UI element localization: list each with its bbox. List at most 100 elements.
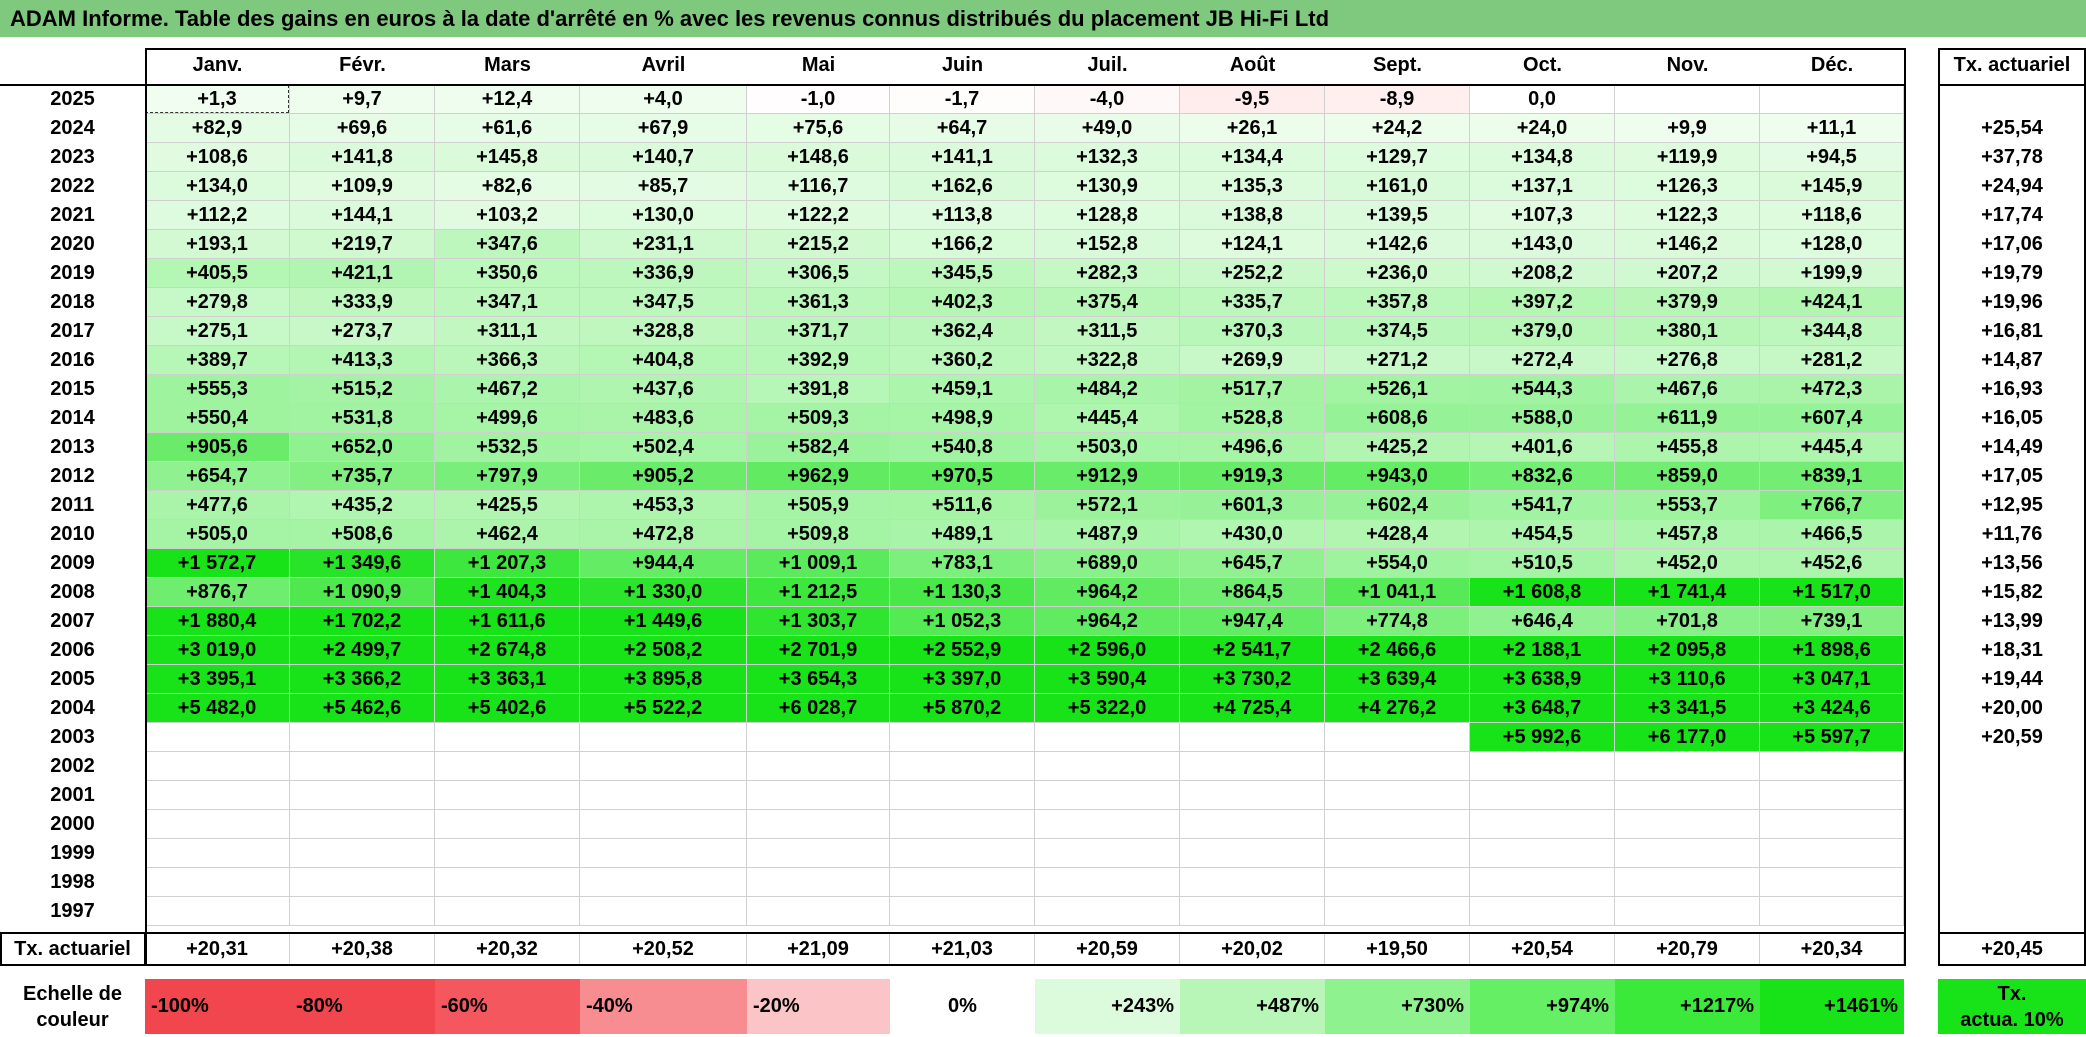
table-cell: +452,6 bbox=[1760, 549, 1904, 578]
year-label: 1997 bbox=[50, 900, 95, 922]
table-cell: +425,5 bbox=[435, 491, 580, 520]
table-cell: -9,5 bbox=[1180, 85, 1325, 114]
tx-actuariel-cell bbox=[1938, 810, 2086, 839]
table-cell bbox=[580, 723, 747, 752]
table-cell: +252,2 bbox=[1180, 259, 1325, 288]
table-cell: -4,0 bbox=[1035, 85, 1180, 114]
table-cell: +82,9 bbox=[145, 114, 290, 143]
table-cell: +142,6 bbox=[1325, 230, 1470, 259]
tx-actuariel-cell bbox=[1938, 85, 2086, 114]
table-cell: +85,7 bbox=[580, 172, 747, 201]
table-cell: +135,3 bbox=[1180, 172, 1325, 201]
table-cell bbox=[1180, 839, 1325, 868]
tx-actuariel-cell bbox=[1938, 839, 2086, 868]
table-cell: +435,2 bbox=[290, 491, 435, 520]
table-cell bbox=[1325, 781, 1470, 810]
table-cell: +964,2 bbox=[1035, 607, 1180, 636]
table-cell: +360,2 bbox=[890, 346, 1035, 375]
table-cell bbox=[1760, 810, 1904, 839]
tx-actuariel-cell: +18,31 bbox=[1981, 639, 2043, 661]
color-scale-swatch: 0% bbox=[890, 979, 1035, 1034]
table-cell: +477,6 bbox=[145, 491, 290, 520]
month-header: Nov. bbox=[1666, 54, 1709, 76]
table-cell: +272,4 bbox=[1470, 346, 1615, 375]
tx-row-label: Tx. actuariel bbox=[14, 938, 131, 960]
table-cell: +107,3 bbox=[1470, 201, 1615, 230]
table-cell: +140,7 bbox=[580, 143, 747, 172]
table-cell: +362,4 bbox=[890, 317, 1035, 346]
table-cell bbox=[747, 839, 890, 868]
table-cell: +402,3 bbox=[890, 288, 1035, 317]
table-cell: +1 212,5 bbox=[747, 578, 890, 607]
table-cell: +964,2 bbox=[1035, 578, 1180, 607]
table-cell: +1 611,6 bbox=[435, 607, 580, 636]
table-cell bbox=[890, 839, 1035, 868]
year-label: 1999 bbox=[50, 842, 95, 864]
table-cell: +3 638,9 bbox=[1470, 665, 1615, 694]
table-cell: +413,3 bbox=[290, 346, 435, 375]
table-cell: +1 741,4 bbox=[1615, 578, 1760, 607]
report-title: ADAM Informe. Table des gains en euros à… bbox=[0, 0, 2086, 37]
table-cell: +1 130,3 bbox=[890, 578, 1035, 607]
table-cell: +405,5 bbox=[145, 259, 290, 288]
tx-actuariel-cell: +17,05 bbox=[1981, 465, 2043, 487]
table-cell bbox=[435, 723, 580, 752]
table-cell: +1 349,6 bbox=[290, 549, 435, 578]
table-cell: +141,8 bbox=[290, 143, 435, 172]
table-cell bbox=[290, 897, 435, 926]
table-cell: +839,1 bbox=[1760, 462, 1904, 491]
table-cell: +517,7 bbox=[1180, 375, 1325, 404]
table-cell: +138,8 bbox=[1180, 201, 1325, 230]
month-header: Mai bbox=[801, 54, 836, 76]
table-cell bbox=[1470, 868, 1615, 897]
table-cell: +5 870,2 bbox=[890, 694, 1035, 723]
table-cell bbox=[580, 897, 747, 926]
table-cell: +654,7 bbox=[145, 462, 290, 491]
table-cell: +130,0 bbox=[580, 201, 747, 230]
table-cell bbox=[290, 723, 435, 752]
table-cell: +335,7 bbox=[1180, 288, 1325, 317]
table-cell: +404,8 bbox=[580, 346, 747, 375]
table-cell: -8,9 bbox=[1325, 85, 1470, 114]
table-cell bbox=[290, 810, 435, 839]
year-label: 2005 bbox=[50, 668, 95, 690]
table-cell bbox=[1470, 839, 1615, 868]
table-cell: +276,8 bbox=[1615, 346, 1760, 375]
table-cell: +379,0 bbox=[1470, 317, 1615, 346]
table-cell bbox=[1760, 85, 1904, 114]
year-label: 2015 bbox=[50, 378, 95, 400]
tx-actuariel-cell: +25,54 bbox=[1981, 117, 2043, 139]
table-cell: +487,9 bbox=[1035, 520, 1180, 549]
table-cell: +12,4 bbox=[435, 85, 580, 114]
table-cell: +652,0 bbox=[290, 433, 435, 462]
table-cell: +119,9 bbox=[1615, 143, 1760, 172]
table-cell: +5 402,6 bbox=[435, 694, 580, 723]
table-cell: +3 341,5 bbox=[1615, 694, 1760, 723]
table-cell: +531,8 bbox=[290, 404, 435, 433]
year-label: 2013 bbox=[50, 436, 95, 458]
tx-row-total: +20,45 bbox=[1981, 938, 2043, 960]
table-cell bbox=[1180, 897, 1325, 926]
tx-row-cell: +20,38 bbox=[290, 932, 435, 966]
year-label: 2025 bbox=[50, 88, 95, 110]
tx-actuariel-header: Tx. actuariel bbox=[1953, 54, 2071, 76]
table-cell: +347,5 bbox=[580, 288, 747, 317]
table-cell: +345,5 bbox=[890, 259, 1035, 288]
table-cell: +162,6 bbox=[890, 172, 1035, 201]
table-cell: +505,0 bbox=[145, 520, 290, 549]
table-cell: +328,8 bbox=[580, 317, 747, 346]
table-cell: +122,3 bbox=[1615, 201, 1760, 230]
table-cell bbox=[1615, 752, 1760, 781]
table-cell: +344,8 bbox=[1760, 317, 1904, 346]
table-cell bbox=[145, 752, 290, 781]
table-cell: +602,4 bbox=[1325, 491, 1470, 520]
table-cell: +588,0 bbox=[1470, 404, 1615, 433]
table-cell: +5 322,0 bbox=[1035, 694, 1180, 723]
table-cell: 0,0 bbox=[1470, 85, 1615, 114]
table-cell: +424,1 bbox=[1760, 288, 1904, 317]
scale-label-line1: Echelle de bbox=[23, 983, 122, 1005]
table-cell: +124,1 bbox=[1180, 230, 1325, 259]
table-cell bbox=[145, 781, 290, 810]
table-cell: +457,8 bbox=[1615, 520, 1760, 549]
table-cell: +3 895,8 bbox=[580, 665, 747, 694]
